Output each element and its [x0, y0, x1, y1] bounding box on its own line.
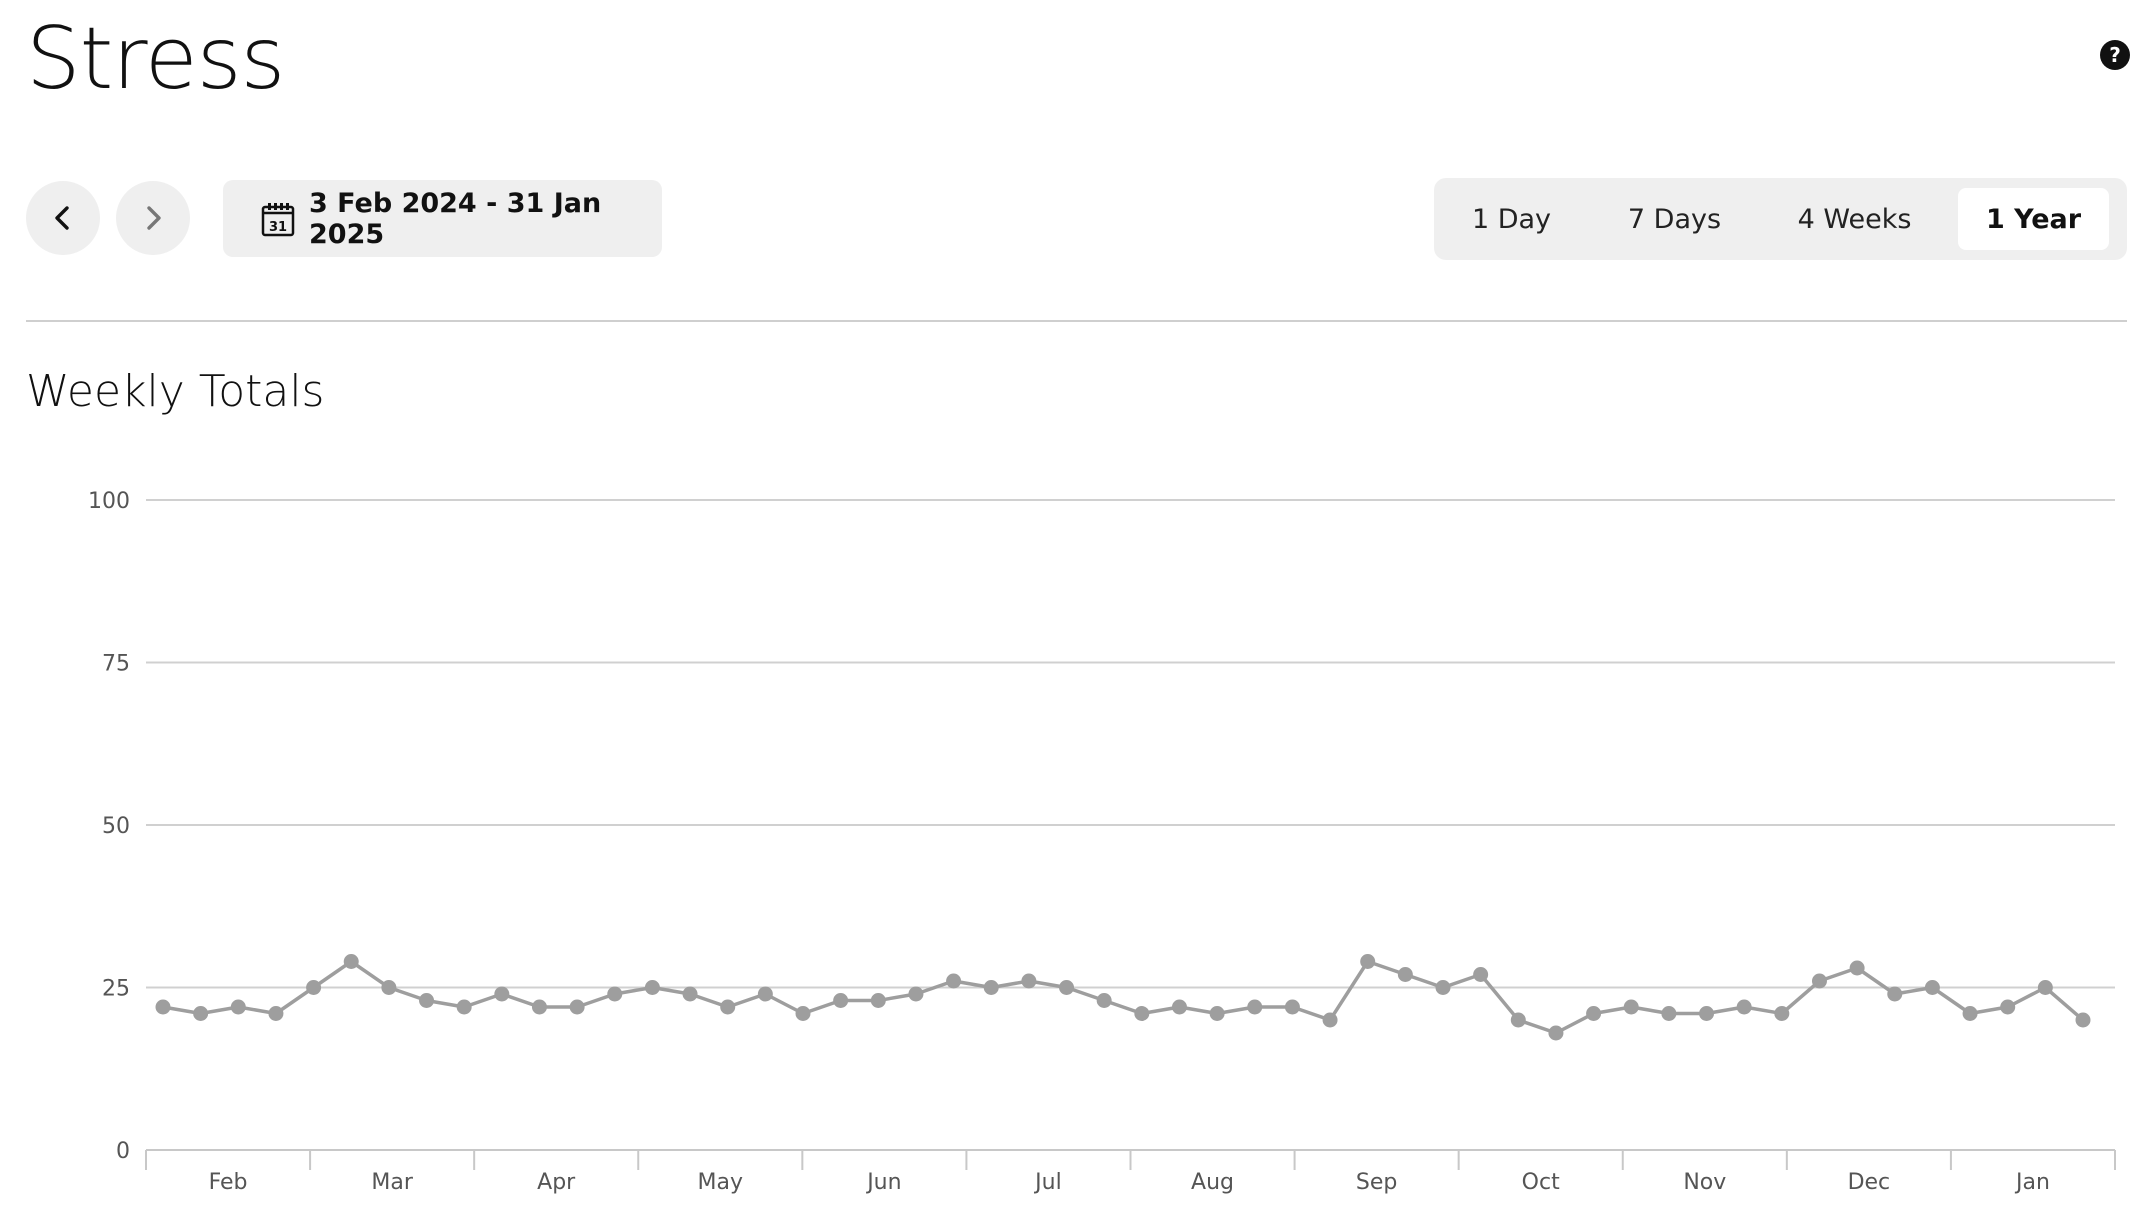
- data-point: [419, 993, 435, 1008]
- data-point: [757, 986, 773, 1002]
- x-tick-label: Nov: [1683, 1170, 1726, 1195]
- x-tick-label: Oct: [1522, 1170, 1560, 1195]
- data-point: [155, 999, 171, 1015]
- data-point: [381, 980, 397, 995]
- data-point: [1774, 1006, 1790, 1021]
- data-point: [1134, 1006, 1150, 1021]
- data-point: [1209, 1006, 1225, 1021]
- data-point: [1171, 999, 1187, 1015]
- data-point: [1247, 999, 1263, 1015]
- data-point: [531, 999, 547, 1015]
- period-7-days-button[interactable]: 7 Days: [1604, 188, 1745, 250]
- x-tick-label: Sep: [1356, 1170, 1397, 1195]
- data-point: [946, 973, 962, 989]
- calendar-icon-day: 31: [269, 220, 287, 235]
- y-tick-label: 50: [102, 814, 130, 839]
- x-tick-label: Dec: [1848, 1170, 1891, 1195]
- x-tick-label: Jun: [865, 1170, 901, 1195]
- data-point: [2000, 999, 2016, 1015]
- data-point: [456, 999, 472, 1015]
- data-point: [1284, 999, 1300, 1015]
- data-point: [1435, 980, 1451, 995]
- data-point: [1397, 967, 1413, 982]
- x-tick-label: Mar: [371, 1170, 413, 1195]
- data-point: [1021, 973, 1037, 989]
- next-period-button[interactable]: [116, 181, 190, 255]
- data-point: [343, 954, 359, 969]
- x-tick-label: Feb: [209, 1170, 248, 1195]
- data-point: [1322, 1012, 1338, 1028]
- section-title: Weekly Totals: [26, 366, 325, 417]
- y-tick-label: 100: [88, 489, 130, 514]
- series-line: [162, 959, 2085, 1035]
- data-point: [1924, 980, 1940, 995]
- y-tick-label: 75: [102, 652, 130, 677]
- data-point: [193, 1006, 209, 1021]
- data-point: [607, 986, 623, 1002]
- data-point: [983, 980, 999, 995]
- data-point: [494, 986, 510, 1002]
- data-point: [2037, 980, 2053, 995]
- chevron-left-icon: [55, 206, 69, 230]
- data-point: [268, 1006, 284, 1021]
- y-tick-label: 0: [116, 1139, 130, 1164]
- date-range-label: 3 Feb 2024 - 31 Jan 2025: [309, 187, 602, 250]
- data-point: [795, 1006, 811, 1021]
- data-point: [1473, 967, 1489, 982]
- data-point: [2075, 1012, 2091, 1028]
- period-1-year-button[interactable]: 1 Year: [1958, 188, 2109, 250]
- data-point: [230, 999, 246, 1015]
- data-point: [1096, 993, 1112, 1008]
- x-tick-label: May: [698, 1170, 743, 1195]
- stress-page: Stress ? 31 3 Feb 2024 - 31 Jan 2025 1 D…: [0, 0, 2152, 1226]
- data-point: [1623, 999, 1639, 1015]
- chevron-right-icon: [147, 206, 161, 230]
- y-tick-label: 25: [102, 977, 130, 1002]
- data-point: [1548, 1025, 1564, 1041]
- data-point: [720, 999, 736, 1015]
- data-point: [644, 980, 660, 995]
- data-point: [1811, 973, 1827, 989]
- period-selector: 1 Day 7 Days 4 Weeks 1 Year: [1434, 178, 2127, 260]
- data-point: [1699, 1006, 1715, 1021]
- data-point: [1962, 1006, 1978, 1021]
- date-range-picker[interactable]: 31 3 Feb 2024 - 31 Jan 2025: [223, 180, 662, 257]
- data-point: [682, 986, 698, 1002]
- data-point: [1736, 999, 1752, 1015]
- calendar-icon: 31: [261, 201, 295, 237]
- period-1-day-button[interactable]: 1 Day: [1454, 188, 1569, 250]
- data-point: [569, 999, 585, 1015]
- help-icon[interactable]: ?: [2100, 40, 2130, 70]
- data-point: [1059, 980, 1075, 995]
- data-point: [1661, 1006, 1677, 1021]
- period-4-weeks-button[interactable]: 4 Weeks: [1774, 188, 1935, 250]
- data-point: [833, 993, 849, 1008]
- data-point: [1360, 954, 1376, 969]
- x-tick-label: Apr: [537, 1170, 576, 1195]
- data-point: [1586, 1006, 1602, 1021]
- x-tick-label: Aug: [1191, 1170, 1234, 1195]
- data-point: [1887, 986, 1903, 1002]
- data-point: [306, 980, 322, 995]
- page-title: Stress: [26, 9, 285, 109]
- previous-period-button[interactable]: [26, 181, 100, 255]
- section-divider: [26, 320, 2127, 322]
- x-tick-label: Jan: [2014, 1170, 2050, 1195]
- data-point: [1510, 1012, 1526, 1028]
- data-point: [870, 993, 886, 1008]
- data-point: [908, 986, 924, 1002]
- data-point: [1849, 960, 1865, 976]
- x-tick-label: Jul: [1033, 1170, 1062, 1195]
